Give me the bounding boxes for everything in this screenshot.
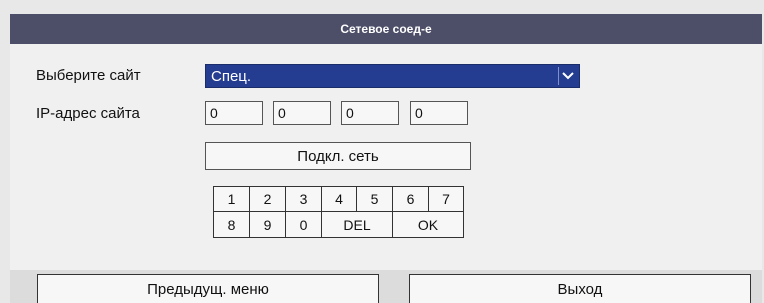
key-0[interactable]: 0: [286, 212, 322, 237]
key-3[interactable]: 3: [286, 187, 322, 212]
key-5[interactable]: 5: [357, 187, 393, 212]
exit-button[interactable]: Выход: [409, 274, 751, 303]
key-9[interactable]: 9: [250, 212, 286, 237]
key-1[interactable]: 1: [214, 187, 250, 212]
ip-octet-4-field[interactable]: 0: [410, 101, 468, 125]
previous-menu-button[interactable]: Предыдущ. меню: [37, 274, 379, 303]
ip-octet-3-field[interactable]: 0: [341, 101, 399, 125]
connect-network-button[interactable]: Подкл. сеть: [205, 142, 471, 170]
key-6[interactable]: 6: [393, 187, 429, 212]
numeric-keypad: 1 2 3 4 5 6 7 8 9 0 DEL OK: [213, 186, 464, 238]
key-ok[interactable]: OK: [393, 212, 463, 237]
key-4[interactable]: 4: [322, 187, 357, 212]
key-7[interactable]: 7: [429, 187, 463, 212]
ip-label: IP-адрес сайта: [36, 105, 140, 122]
site-select-value: Спец.: [211, 68, 252, 85]
key-del[interactable]: DEL: [322, 212, 393, 237]
key-2[interactable]: 2: [250, 187, 286, 212]
site-label: Выберите сайт: [36, 67, 141, 84]
window-title: Сетевое соед-е: [10, 14, 762, 44]
ip-octet-1-field[interactable]: 0: [205, 101, 263, 125]
site-select[interactable]: Спец.: [205, 64, 580, 88]
ip-octet-2-field[interactable]: 0: [273, 101, 331, 125]
key-8[interactable]: 8: [214, 212, 250, 237]
chevron-down-icon[interactable]: [558, 67, 577, 85]
